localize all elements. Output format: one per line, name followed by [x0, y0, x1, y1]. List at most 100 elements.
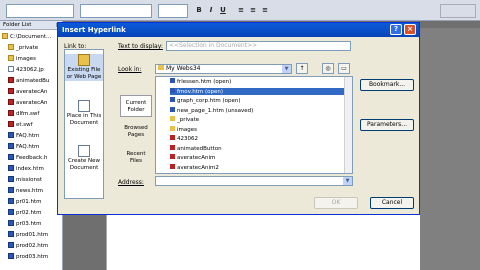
file-icon: [170, 106, 175, 112]
current-folder-tab[interactable]: Current Folder: [120, 95, 152, 117]
align-left-icon[interactable]: ≡: [236, 4, 246, 16]
browsed-pages-tab[interactable]: Browsed Pages: [120, 125, 152, 139]
parameters-button[interactable]: Parameters...: [360, 119, 414, 131]
text-to-display-input[interactable]: <<Selection in Document>>: [166, 41, 351, 51]
folder-icon: [170, 116, 175, 121]
file-list-item[interactable]: averatecAnim: [170, 154, 346, 162]
browse-folder-icon[interactable]: ▭: [338, 63, 350, 74]
address-input[interactable]: ▼: [155, 176, 353, 186]
file-list-item[interactable]: new_page_1.htm (unsaved): [170, 106, 346, 115]
globe-folder-icon: [78, 54, 90, 66]
search-web-icon[interactable]: ◎: [322, 63, 334, 74]
file-icon: [8, 187, 14, 193]
font-dropdown[interactable]: [80, 4, 152, 18]
folder-tree-item[interactable]: prod03.htm: [8, 253, 48, 262]
folder-tree-item-label: animatedBu: [16, 78, 50, 84]
file-list-scrollbar[interactable]: [344, 77, 352, 173]
file-list-item[interactable]: images: [170, 125, 346, 134]
folder-list-panel: Folder List × C:\Document... _privateimag…: [0, 21, 63, 270]
align-right-icon[interactable]: ≡: [260, 4, 270, 16]
folder-tree-item[interactable]: news.htm: [8, 187, 43, 196]
chevron-down-icon[interactable]: ▼: [282, 65, 291, 73]
folder-tree-item[interactable]: index.htm: [8, 165, 44, 174]
file-list-item[interactable]: fmov.htm (open): [170, 87, 346, 95]
folder-tree-item[interactable]: images: [8, 55, 36, 64]
file-list-item[interactable]: averatecAnim2: [170, 163, 346, 172]
file-list-item[interactable]: _private: [170, 116, 346, 124]
folder-tree-item-label: prod03.htm: [16, 254, 49, 260]
file-list-item[interactable]: graph_corp.htm (open): [170, 97, 346, 105]
look-in-label: Look in:: [118, 66, 142, 73]
folder-tree-item[interactable]: dlfm.swf: [8, 110, 39, 119]
font-size-dropdown[interactable]: [158, 4, 188, 18]
address-label: Address:: [118, 179, 144, 186]
style-dropdown[interactable]: [6, 4, 74, 18]
bookmark-button[interactable]: Bookmark...: [360, 79, 414, 91]
help-button[interactable]: ?: [390, 24, 402, 35]
new-document-icon: [78, 145, 90, 157]
look-in-sidebar: Current Folder Browsed Pages Recent File…: [120, 95, 152, 175]
folder-tree-item-label: pr03.htm: [16, 221, 42, 227]
file-list-item-label: averatecAnim: [177, 155, 216, 161]
ok-button[interactable]: OK: [314, 197, 358, 209]
file-list-item-label: _private: [177, 117, 200, 123]
bold-button[interactable]: B: [194, 4, 204, 16]
underline-button[interactable]: U: [218, 4, 228, 16]
file-list-item[interactable]: frlessen.htm (open): [170, 78, 346, 86]
file-list-item[interactable]: 423062: [170, 135, 346, 143]
folder-tree-item-label: prod02.htm: [16, 243, 49, 249]
folder-tree-item[interactable]: et.swf: [8, 121, 33, 130]
folder-tree-item[interactable]: averatecAn: [8, 88, 47, 97]
link-place-in-document[interactable]: Place in This Document: [65, 100, 103, 127]
document-page-right[interactable]: [330, 215, 420, 270]
folder-tree-item[interactable]: animatedBu: [8, 77, 49, 86]
file-icon: [8, 154, 14, 160]
folder-icon: [8, 55, 14, 61]
up-folder-icon[interactable]: ↑: [296, 63, 308, 74]
folder-tree-item[interactable]: pr02.htm: [8, 209, 42, 218]
folder-tree-item[interactable]: FAQ.htm: [8, 132, 39, 141]
document-page[interactable]: [106, 215, 331, 270]
link-create-new-document[interactable]: Create New Document: [65, 145, 103, 172]
file-list: frlessen.htm (open) fmov.htm (open) graph_…: [155, 76, 353, 174]
look-in-dropdown[interactable]: My Webs34 ▼: [155, 64, 292, 74]
insert-hyperlink-dialog: Insert Hyperlink ? × Link to: Existing F…: [57, 22, 420, 215]
file-list-item-label: images: [177, 126, 197, 133]
toolbar-widget[interactable]: [440, 4, 476, 18]
folder-tree-item[interactable]: Feedback.h: [8, 154, 47, 163]
close-button[interactable]: ×: [404, 24, 416, 35]
folder-tree-item[interactable]: FAQ.htm: [8, 143, 39, 152]
folder-tree-item-label: C:\Document...: [10, 34, 52, 40]
folder-list-title: Folder List: [3, 22, 32, 28]
folder-tree-item[interactable]: missionst: [8, 176, 42, 185]
toolbar: B I U ≡ ≡ ≡: [0, 0, 480, 21]
file-icon: [8, 132, 14, 138]
link-existing-file[interactable]: Existing File or Web Page: [65, 54, 103, 81]
folder-icon: [158, 65, 164, 70]
chevron-down-icon[interactable]: ▼: [343, 177, 352, 185]
folder-tree-item[interactable]: pr03.htm: [8, 220, 42, 229]
folder-tree-item[interactable]: C:\Document...: [2, 33, 51, 42]
file-icon: [170, 87, 175, 93]
file-list-item[interactable]: animatedButton: [170, 144, 346, 153]
cancel-button[interactable]: Cancel: [370, 197, 414, 209]
italic-button[interactable]: I: [206, 4, 216, 16]
dialog-titlebar[interactable]: Insert Hyperlink ? ×: [58, 23, 419, 37]
folder-tree-item[interactable]: _private: [8, 44, 38, 53]
folder-tree-item[interactable]: prod01.htm: [8, 231, 48, 240]
file-list-item-label: animatedButton: [177, 145, 222, 152]
file-icon: [8, 198, 14, 204]
recent-files-tab[interactable]: Recent Files: [120, 151, 152, 165]
look-in-value: My Webs34: [166, 65, 201, 72]
folder-tree-item[interactable]: averatecAn: [8, 99, 47, 108]
file-icon: [8, 209, 14, 215]
folder-tree-item[interactable]: 423062.jp: [8, 66, 44, 75]
file-icon: [170, 163, 175, 169]
file-list-item-label: 423062: [177, 136, 198, 142]
editor-margin: [420, 28, 480, 270]
link-create-label: Create New Document: [67, 158, 101, 171]
folder-tree-item-label: images: [16, 56, 36, 62]
align-center-icon[interactable]: ≡: [248, 4, 258, 16]
folder-tree-item[interactable]: prod02.htm: [8, 242, 48, 251]
folder-tree-item[interactable]: pr01.htm: [8, 198, 42, 207]
